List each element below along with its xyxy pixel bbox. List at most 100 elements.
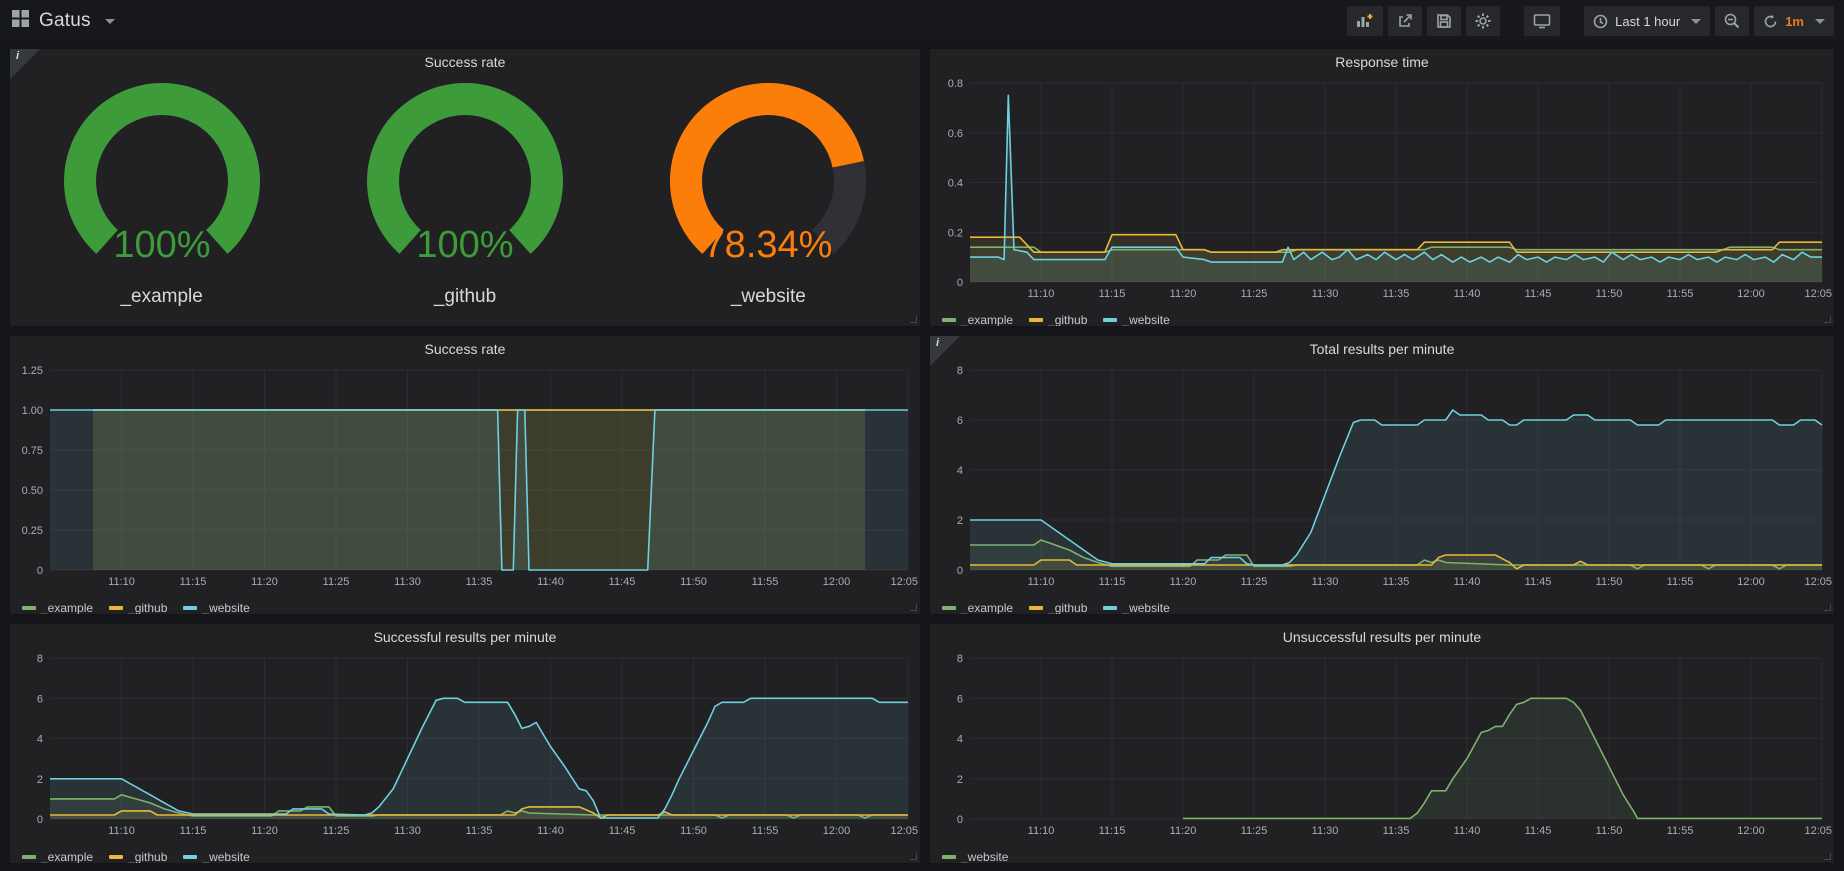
svg-text:2: 2 bbox=[957, 774, 963, 786]
save-button[interactable] bbox=[1427, 6, 1461, 36]
svg-text:11:15: 11:15 bbox=[1099, 576, 1126, 588]
svg-text:11:45: 11:45 bbox=[609, 576, 636, 588]
svg-text:0.25: 0.25 bbox=[22, 525, 43, 537]
panel-successful-results: Successful results per minute 0246811:10… bbox=[9, 623, 921, 864]
svg-text:11:55: 11:55 bbox=[752, 576, 779, 588]
save-icon bbox=[1436, 13, 1452, 29]
svg-text:4: 4 bbox=[957, 734, 963, 746]
response-time-chart[interactable]: 00.20.40.60.811:1011:1511:2011:2511:3011… bbox=[930, 75, 1834, 309]
refresh-icon bbox=[1763, 14, 1778, 29]
unsuccessful-results-chart[interactable]: 0246811:1011:1511:2011:2511:3011:3511:40… bbox=[930, 650, 1834, 846]
panel-title[interactable]: Unsuccessful results per minute bbox=[930, 624, 1834, 650]
dashboard-title[interactable]: Gatus bbox=[39, 10, 91, 32]
legend-item[interactable]: _website bbox=[1103, 601, 1169, 615]
legend-item[interactable]: _github bbox=[1029, 601, 1087, 615]
gauge-arc: 78.34% bbox=[638, 77, 898, 288]
panel-title[interactable]: Successful results per minute bbox=[10, 624, 920, 650]
gear-icon bbox=[1475, 13, 1491, 29]
svg-text:12:05: 12:05 bbox=[890, 825, 918, 837]
svg-text:0.75: 0.75 bbox=[22, 445, 43, 457]
svg-text:11:15: 11:15 bbox=[1099, 288, 1126, 300]
svg-text:11:45: 11:45 bbox=[1525, 288, 1552, 300]
svg-text:6: 6 bbox=[957, 693, 963, 705]
svg-text:11:45: 11:45 bbox=[1525, 576, 1552, 588]
legend-item[interactable]: _example bbox=[22, 850, 93, 864]
svg-text:11:30: 11:30 bbox=[394, 576, 421, 588]
svg-text:11:25: 11:25 bbox=[323, 576, 350, 588]
tv-icon bbox=[1533, 13, 1551, 29]
svg-text:11:25: 11:25 bbox=[323, 825, 350, 837]
svg-text:11:20: 11:20 bbox=[1170, 825, 1197, 837]
successful-results-chart[interactable]: 0246811:1011:1511:2011:2511:3011:3511:40… bbox=[10, 650, 920, 846]
svg-text:11:50: 11:50 bbox=[680, 825, 707, 837]
legend-swatch bbox=[942, 606, 956, 610]
legend-swatch bbox=[183, 855, 197, 859]
gauge-example[interactable]: 100% _example bbox=[12, 77, 312, 308]
svg-text:2: 2 bbox=[37, 774, 43, 786]
svg-text:12:00: 12:00 bbox=[823, 576, 851, 588]
legend-item[interactable]: _github bbox=[109, 850, 167, 864]
legend-item[interactable]: _website bbox=[942, 850, 1008, 864]
svg-text:11:50: 11:50 bbox=[1596, 825, 1623, 837]
add-panel-button[interactable] bbox=[1347, 6, 1383, 36]
panel-info-icon[interactable]: i bbox=[10, 49, 40, 79]
svg-text:11:10: 11:10 bbox=[1028, 825, 1055, 837]
panel-success-rate-gauges: i Success rate 100% _example 100% _githu… bbox=[9, 48, 921, 327]
legend-series-name: _website bbox=[202, 601, 249, 615]
tv-mode-button[interactable] bbox=[1524, 6, 1560, 36]
panel-title[interactable]: Total results per minute bbox=[930, 336, 1834, 362]
svg-text:0: 0 bbox=[37, 814, 43, 826]
chart-legend: _example _github _website bbox=[10, 597, 920, 615]
svg-text:11:25: 11:25 bbox=[1241, 576, 1268, 588]
svg-text:11:30: 11:30 bbox=[1312, 288, 1339, 300]
legend-swatch bbox=[942, 855, 956, 859]
svg-text:11:50: 11:50 bbox=[680, 576, 707, 588]
total-results-chart[interactable]: 0246811:1011:1511:2011:2511:3011:3511:40… bbox=[930, 362, 1834, 597]
svg-text:11:40: 11:40 bbox=[537, 576, 564, 588]
legend-series-name: _example bbox=[961, 601, 1013, 615]
refresh-button[interactable]: 1m bbox=[1754, 6, 1834, 36]
svg-text:0: 0 bbox=[957, 277, 963, 289]
svg-text:11:40: 11:40 bbox=[537, 825, 564, 837]
time-range-picker[interactable]: Last 1 hour bbox=[1584, 6, 1710, 36]
svg-text:11:55: 11:55 bbox=[1667, 825, 1694, 837]
svg-text:11:20: 11:20 bbox=[251, 576, 278, 588]
settings-button[interactable] bbox=[1466, 6, 1500, 36]
svg-text:0.2: 0.2 bbox=[948, 227, 963, 239]
legend-series-name: _website bbox=[202, 850, 249, 864]
legend-item[interactable]: _example bbox=[22, 601, 93, 615]
legend-item[interactable]: _example bbox=[942, 601, 1013, 615]
legend-series-name: _example bbox=[41, 850, 93, 864]
zoom-out-button[interactable] bbox=[1715, 6, 1749, 36]
panel-title[interactable]: Response time bbox=[930, 49, 1834, 75]
legend-series-name: _github bbox=[128, 850, 167, 864]
legend-swatch bbox=[109, 606, 123, 610]
grid-logo-icon[interactable] bbox=[12, 10, 29, 32]
svg-text:11:30: 11:30 bbox=[1312, 825, 1339, 837]
legend-item[interactable]: _example bbox=[942, 313, 1013, 327]
panel-info-icon[interactable]: i bbox=[930, 336, 960, 366]
share-icon bbox=[1397, 13, 1413, 29]
legend-series-name: _example bbox=[961, 313, 1013, 327]
chart-legend: _example _github _website bbox=[930, 309, 1834, 327]
legend-item[interactable]: _github bbox=[1029, 313, 1087, 327]
svg-text:1.00: 1.00 bbox=[22, 405, 43, 417]
gauge-website[interactable]: 78.34% _website bbox=[618, 77, 918, 308]
svg-text:11:10: 11:10 bbox=[1028, 288, 1055, 300]
svg-text:0.6: 0.6 bbox=[948, 128, 963, 140]
svg-text:100%: 100% bbox=[416, 224, 513, 266]
legend-series-name: _github bbox=[128, 601, 167, 615]
success-rate-chart[interactable]: 00.250.500.751.001.2511:1011:1511:2011:2… bbox=[10, 362, 920, 597]
legend-item[interactable]: _github bbox=[109, 601, 167, 615]
legend-item[interactable]: _website bbox=[1103, 313, 1169, 327]
gauge-github[interactable]: 100% _github bbox=[315, 77, 615, 308]
panel-title[interactable]: Success rate bbox=[10, 336, 920, 362]
legend-item[interactable]: _website bbox=[183, 601, 249, 615]
gauge-arc: 100% bbox=[335, 77, 595, 288]
gauge-label: _github bbox=[434, 286, 496, 308]
legend-item[interactable]: _website bbox=[183, 850, 249, 864]
panel-title[interactable]: Success rate bbox=[10, 49, 920, 75]
share-button[interactable] bbox=[1388, 6, 1422, 36]
chevron-down-icon[interactable] bbox=[105, 19, 115, 24]
svg-text:12:00: 12:00 bbox=[1737, 576, 1765, 588]
